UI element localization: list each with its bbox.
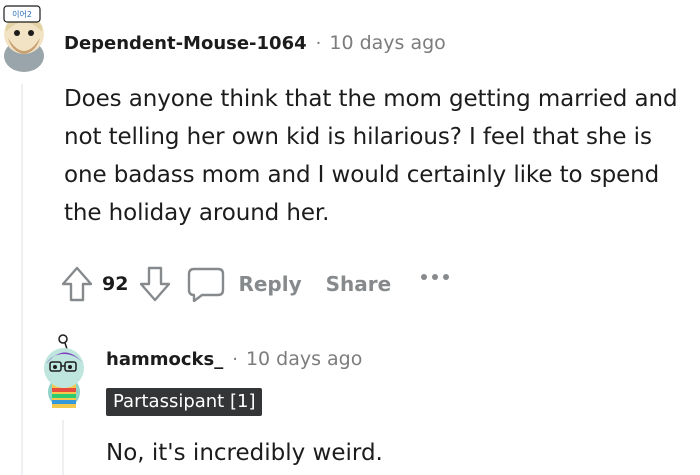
comment-body: Does anyone think that the mom getting m… <box>64 86 678 226</box>
downvote-icon <box>140 266 171 302</box>
reply-meta: hammocks_ · 10 days ago <box>106 348 362 370</box>
reply-timestamp[interactable]: 10 days ago <box>246 348 362 370</box>
snoo-avatar-icon <box>44 334 84 408</box>
reply-body: No, it's incredibly weird. <box>106 440 383 466</box>
avatar-badge-text: 이어2 <box>12 9 32 19</box>
reply-thread-line[interactable] <box>62 420 64 475</box>
upvote-icon <box>61 266 93 302</box>
comment-thread: 이어2 Dependent-Mouse-1064 · 10 days ago D… <box>0 0 700 475</box>
vote-count: 92 <box>102 273 129 295</box>
comment-timestamp[interactable]: 10 days ago <box>329 32 445 54</box>
reply-button[interactable]: Reply <box>186 266 302 302</box>
downvote-button[interactable] <box>138 265 172 303</box>
user-flair-badge: Partassipant [1] <box>106 388 263 416</box>
reply-label: Reply <box>238 272 302 296</box>
more-options-icon <box>421 274 450 280</box>
comment-meta: Dependent-Mouse-1064 · 10 days ago <box>64 32 446 54</box>
reply-username[interactable]: hammocks_ <box>106 349 223 370</box>
user-avatar[interactable]: 이어2 <box>0 2 48 74</box>
comment-username[interactable]: Dependent-Mouse-1064 <box>64 33 307 54</box>
meta-separator: · <box>232 349 238 370</box>
thread-line[interactable] <box>21 84 23 475</box>
share-button[interactable]: Share <box>326 272 392 296</box>
reply-user-avatar[interactable] <box>34 332 94 412</box>
snoo-avatar-icon: 이어2 <box>3 5 44 72</box>
reply-bubble-icon <box>188 267 225 302</box>
meta-separator: · <box>315 33 322 54</box>
more-options-button[interactable] <box>419 272 451 282</box>
comment-actions: 92 Reply Share <box>60 262 451 306</box>
upvote-button[interactable] <box>60 265 94 303</box>
